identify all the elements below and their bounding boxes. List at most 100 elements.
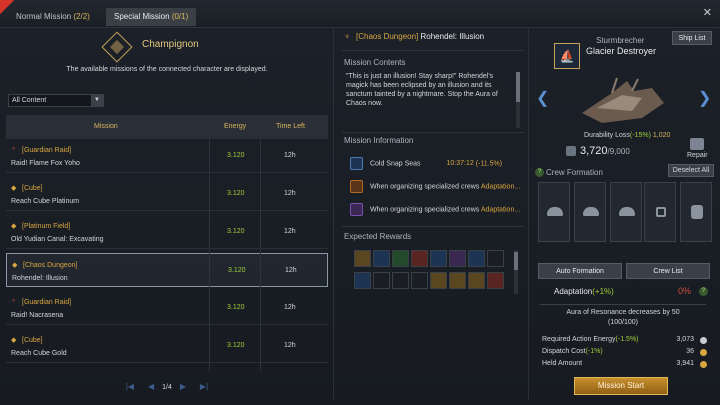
next-ship-icon[interactable]: ❯ bbox=[698, 88, 711, 108]
stat-value: 3,073 bbox=[676, 336, 694, 343]
stat-label: Held Amount bbox=[542, 360, 583, 367]
durability-icon bbox=[566, 146, 576, 156]
reward-item-icon[interactable] bbox=[411, 250, 428, 267]
table-row[interactable]: ◆ [Platinum Field] Old Yudian Canal: Excav… bbox=[6, 215, 328, 249]
lock-icon bbox=[656, 207, 666, 217]
prev-ship-icon[interactable]: ❮ bbox=[536, 88, 549, 108]
guardian-icon: ♆ bbox=[11, 146, 17, 153]
mission-start-button[interactable]: Mission Start bbox=[574, 377, 668, 395]
crew-list-button[interactable]: Crew List bbox=[626, 263, 710, 279]
guardian-icon: ♆ bbox=[11, 298, 17, 305]
info-row-crew: When organizing specialized crews Adapta… bbox=[350, 203, 520, 216]
reward-item-icon[interactable] bbox=[373, 250, 390, 267]
close-icon[interactable]: ✕ bbox=[703, 6, 712, 19]
next-page-icon[interactable]: ▶ bbox=[180, 382, 186, 391]
mission-list-panel: Champignon The available missions of the… bbox=[6, 28, 328, 400]
divider bbox=[528, 28, 529, 400]
content-filter-dropdown[interactable]: All Content ▼ bbox=[8, 94, 104, 107]
ship-illustration bbox=[582, 77, 664, 123]
energy-icon bbox=[700, 337, 707, 344]
sailor-hat-icon bbox=[619, 207, 635, 216]
reward-item-icon[interactable] bbox=[373, 272, 390, 289]
rewards-scrollbar[interactable] bbox=[514, 250, 518, 294]
pagination: |◀ ◀ 1/4 ▶ ▶| bbox=[6, 382, 328, 391]
table-row[interactable]: ◆ [Chaos Dungeon] Rohendel: Illusion 3.120 1… bbox=[6, 253, 328, 287]
crew-slot[interactable] bbox=[574, 182, 606, 242]
mission-name: Rohendel: Illusion bbox=[420, 32, 485, 41]
reward-item-icon[interactable] bbox=[430, 272, 447, 289]
crew-slot[interactable] bbox=[538, 182, 570, 242]
mission-category: [Cube] bbox=[22, 337, 43, 344]
cube-icon: ◆ bbox=[11, 337, 17, 344]
reward-item-icon[interactable] bbox=[487, 272, 504, 289]
ship-type: Sturmbrecher bbox=[596, 36, 645, 45]
mission-time-left: 12h bbox=[284, 342, 296, 349]
section-header-info: Mission Information bbox=[344, 136, 414, 145]
mission-time-left: 12h bbox=[285, 267, 297, 274]
resonance-line: Aura of Resonance decreases by 50 bbox=[566, 309, 680, 316]
chaos-icon: ◆ bbox=[12, 262, 18, 269]
table-row[interactable]: ♆ [Guardian Raid] Raid! Flame Fox Yoho 3.12… bbox=[6, 139, 328, 173]
reward-item-icon[interactable] bbox=[354, 272, 371, 289]
tab-bar: Normal Mission (2/2) Special Mission (0/… bbox=[0, 0, 720, 28]
reward-item-icon[interactable] bbox=[487, 250, 504, 267]
crew-slot[interactable] bbox=[680, 182, 712, 242]
mission-window: Normal Mission (2/2) Special Mission (0/… bbox=[0, 0, 720, 405]
mission-time-left: 12h bbox=[284, 190, 296, 197]
prev-page-icon[interactable]: ◀ bbox=[148, 382, 154, 391]
repair-button[interactable]: Repair bbox=[687, 138, 708, 159]
contents-scrollbar[interactable] bbox=[516, 72, 520, 128]
help-icon[interactable]: ? bbox=[535, 168, 544, 177]
stat-modifier: (-1.5%) bbox=[615, 336, 639, 343]
ship-panel: Sturmbrecher Ship List ⛵ Glacier Destroy… bbox=[532, 28, 714, 400]
reward-item-icon[interactable] bbox=[449, 272, 466, 289]
tab-label: Normal Mission bbox=[16, 12, 72, 21]
table-row[interactable]: ◆ [Cube] Reach Cube Gold 3.120 12h bbox=[6, 329, 328, 363]
tab-normal-mission[interactable]: Normal Mission (2/2) bbox=[8, 8, 98, 26]
divider bbox=[333, 28, 334, 400]
auto-formation-button[interactable]: Auto Formation bbox=[538, 263, 622, 279]
reward-item-icon[interactable] bbox=[468, 250, 485, 267]
mission-name: Old Yudian Canal: Excavating bbox=[11, 236, 104, 243]
reward-item-icon[interactable] bbox=[411, 272, 428, 289]
ship-list-button[interactable]: Ship List bbox=[672, 31, 712, 45]
stat-value: 36 bbox=[686, 348, 694, 355]
first-page-icon[interactable]: |◀ bbox=[126, 382, 134, 391]
reward-item-icon[interactable] bbox=[354, 250, 371, 267]
last-page-icon[interactable]: ▶| bbox=[200, 382, 208, 391]
cube-icon: ◆ bbox=[11, 185, 17, 192]
reward-item-icon[interactable] bbox=[449, 250, 466, 267]
mission-name: Reach Cube Gold bbox=[11, 350, 67, 357]
mission-detail-panel: ♆ [Chaos Dungeon] Rohendel: Illusion Mis… bbox=[338, 28, 526, 400]
resonance-count: (100/100) bbox=[608, 319, 638, 326]
coin-icon bbox=[700, 349, 707, 356]
help-icon[interactable]: ? bbox=[699, 287, 708, 296]
mission-name: Reach Cube Platinum bbox=[11, 198, 80, 205]
crew-slot-locked[interactable] bbox=[644, 182, 676, 242]
durability-value: 3,720/9,000 bbox=[580, 145, 630, 157]
reward-item-icon[interactable] bbox=[392, 272, 409, 289]
coin-icon bbox=[700, 361, 707, 368]
mission-time-left: 12h bbox=[284, 304, 296, 311]
reward-item-icon[interactable] bbox=[392, 250, 409, 267]
scrollbar-thumb[interactable] bbox=[516, 72, 520, 102]
tab-count: (2/2) bbox=[73, 12, 90, 21]
adaptation-row: Adaptation(+1%) bbox=[554, 287, 614, 296]
tab-special-mission[interactable]: Special Mission (0/1) bbox=[106, 8, 197, 26]
crew-label: When organizing specialized crews bbox=[369, 206, 480, 214]
scrollbar-thumb[interactable] bbox=[514, 252, 518, 270]
filter-value: All Content bbox=[12, 97, 47, 104]
ship-name: Glacier Destroyer bbox=[586, 46, 657, 56]
chevron-down-icon: ▼ bbox=[91, 95, 103, 106]
deselect-all-button[interactable]: Deselect All bbox=[668, 164, 714, 177]
durability-label: Durability Loss bbox=[584, 132, 630, 139]
stat-required-energy: Required Action Energy(-1.5%) bbox=[542, 336, 639, 343]
reward-item-icon[interactable] bbox=[430, 250, 447, 267]
table-row[interactable]: ♆ [Guardian Raid] Raid! Nacrasena 3.120 12h bbox=[6, 291, 328, 325]
reward-item-icon[interactable] bbox=[468, 272, 485, 289]
crew-slot[interactable] bbox=[610, 182, 642, 242]
table-row[interactable]: ◆ [Cube] Reach Cube Platinum 3.120 12h bbox=[6, 177, 328, 211]
info-row-region: Cold Snap Seas 10:37:12 (-11.5%) bbox=[350, 157, 502, 170]
wrench-icon bbox=[690, 138, 705, 150]
sailor-hat-icon bbox=[583, 207, 599, 216]
